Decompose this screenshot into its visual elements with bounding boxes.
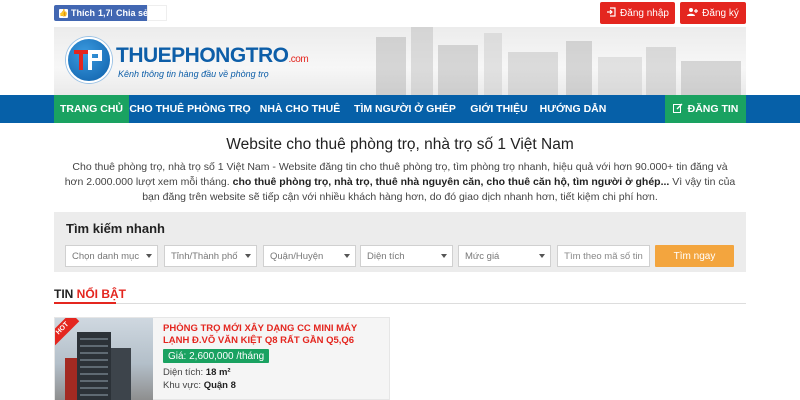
nav-item-about[interactable]: GIỚI THIỆU bbox=[461, 95, 537, 123]
post-listing-label: ĐĂNG TIN bbox=[687, 103, 739, 115]
logo-text[interactable]: THUEPHONGTRO.com bbox=[116, 44, 309, 68]
chevron-down-icon bbox=[344, 254, 350, 258]
chevron-down-icon bbox=[539, 254, 545, 258]
area-select[interactable]: Diện tích bbox=[360, 245, 453, 267]
district-select[interactable]: Quận/Huyện bbox=[263, 245, 356, 267]
price-select-value: Mức giá bbox=[465, 250, 500, 262]
brand-slogan: Kênh thông tin hàng đầu về phòng trọ bbox=[118, 69, 269, 79]
area-select-value: Diện tích bbox=[367, 250, 405, 262]
sign-in-icon bbox=[606, 6, 616, 20]
share-count-box bbox=[147, 5, 167, 21]
listing-card[interactable]: HOT PHÒNG TRỌ MỚI XÂY DẠNG CC MINI MÁY L… bbox=[54, 317, 390, 400]
top-bar: 👍 Thích 1,7K Chia sẻ Đăng nhập Đăng ký bbox=[0, 0, 800, 27]
register-button[interactable]: Đăng ký bbox=[680, 2, 746, 24]
district-select-value: Quận/Huyện bbox=[270, 250, 324, 262]
province-select[interactable]: Tỉnh/Thành phố bbox=[164, 245, 257, 267]
search-button[interactable]: Tìm ngay bbox=[655, 245, 734, 267]
site-header: THUEPHONGTRO.com Kênh thông tin hàng đầu… bbox=[54, 27, 746, 95]
intro-text-bold: cho thuê phòng trọ, nhà trọ, thuê nhà ng… bbox=[232, 176, 670, 188]
listing-price: Giá: 2,600,000 /tháng bbox=[163, 349, 270, 363]
login-button[interactable]: Đăng nhập bbox=[600, 2, 675, 24]
chevron-down-icon bbox=[245, 254, 251, 258]
province-select-value: Tỉnh/Thành phố bbox=[171, 250, 238, 262]
facebook-share-button[interactable]: Chia sẻ bbox=[112, 5, 153, 21]
logo-tp-icon bbox=[74, 50, 102, 70]
quick-search-title: Tìm kiếm nhanh bbox=[66, 221, 165, 236]
listing-thumbnail[interactable]: HOT bbox=[55, 318, 153, 400]
nav-item-guide[interactable]: HƯỚNG DẪN bbox=[537, 95, 609, 123]
nav-item-house-rental[interactable]: NHÀ CHO THUÊ bbox=[251, 95, 349, 123]
chevron-down-icon bbox=[146, 254, 152, 258]
chevron-down-icon bbox=[441, 254, 447, 258]
listing-title[interactable]: PHÒNG TRỌ MỚI XÂY DẠNG CC MINI MÁY LẠNH … bbox=[163, 323, 383, 347]
listing-region-value: Quận 8 bbox=[203, 380, 236, 391]
edit-icon bbox=[672, 103, 683, 116]
section-divider-accent bbox=[54, 302, 116, 304]
section-divider bbox=[54, 303, 746, 304]
page-title: Website cho thuê phòng trọ, nhà trọ số 1… bbox=[226, 136, 574, 153]
nav-item-room-rental[interactable]: CHO THUÊ PHÒNG TRỌ bbox=[129, 95, 251, 123]
listing-code-input[interactable]: Tìm theo mã số tin bbox=[557, 245, 650, 267]
listing-area: Diện tích: 18 m² bbox=[163, 367, 231, 378]
thumbs-up-icon: 👍 bbox=[59, 8, 68, 18]
listing-area-label: Diện tích: bbox=[163, 367, 206, 378]
like-label: Thích bbox=[71, 8, 95, 18]
share-label: Chia sẻ bbox=[116, 8, 149, 18]
price-select[interactable]: Mức giá bbox=[458, 245, 551, 267]
featured-heading-prefix: TIN bbox=[54, 287, 77, 301]
intro-paragraph: Cho thuê phòng trọ, nhà trọ số 1 Việt Na… bbox=[62, 160, 738, 205]
brand-tld: .com bbox=[288, 54, 309, 65]
featured-heading-highlight: NỔI BẬT bbox=[76, 287, 127, 301]
login-label: Đăng nhập bbox=[620, 7, 669, 19]
hot-badge: HOT bbox=[55, 318, 80, 346]
featured-heading: TIN NỔI BẬT bbox=[54, 287, 126, 301]
nav-item-home[interactable]: TRANG CHỦ bbox=[54, 95, 129, 123]
listing-region: Khu vực: Quận 8 bbox=[163, 380, 236, 391]
register-label: Đăng ký bbox=[702, 7, 739, 19]
post-listing-button[interactable]: ĐĂNG TIN bbox=[665, 95, 746, 123]
category-select[interactable]: Chọn danh mục bbox=[65, 245, 158, 267]
brand-name: THUEPHONGTRO bbox=[116, 44, 289, 67]
listing-area-value: 18 m² bbox=[205, 367, 231, 378]
category-select-value: Chọn danh mục bbox=[72, 250, 140, 262]
quick-search-panel: Tìm kiếm nhanh Chọn danh mục Tỉnh/Thành … bbox=[54, 212, 746, 272]
nav-item-roommate[interactable]: TÌM NGƯỜI Ở GHÉP bbox=[349, 95, 461, 123]
user-plus-icon bbox=[687, 7, 699, 20]
listing-region-label: Khu vực: bbox=[163, 380, 204, 391]
